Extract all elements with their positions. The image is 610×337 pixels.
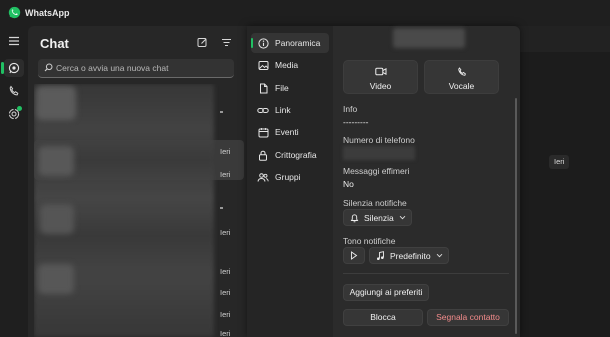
groups-icon <box>256 170 270 184</box>
info-label: Info <box>343 104 358 114</box>
calendar-icon <box>256 125 270 139</box>
report-contact-button[interactable]: Segnala contatto <box>427 309 509 326</box>
block-button[interactable]: Blocca <box>343 309 423 326</box>
title-bar: WhatsApp <box>0 0 610 26</box>
chat-timestamp: Ieri <box>220 288 231 297</box>
tab-label: Media <box>275 60 299 70</box>
info-icon <box>256 36 270 50</box>
chat-list-items: Ieri Ieri Ieri Ieri Ieri Ieri Ieri <box>34 84 246 337</box>
search-icon <box>44 63 53 72</box>
tab-crittografia[interactable]: Crittografia <box>251 145 329 165</box>
play-tone-button[interactable] <box>343 247 365 264</box>
calls-button[interactable] <box>4 82 24 100</box>
tone-dropdown-label: Predefinito <box>390 250 431 261</box>
tab-gruppi[interactable]: Gruppi <box>251 167 329 187</box>
unread-marker <box>220 207 223 209</box>
blurred-avatar <box>36 86 76 120</box>
voice-call-button[interactable]: Vocale <box>424 60 499 94</box>
video-call-button[interactable]: Video <box>343 60 418 94</box>
music-note-icon <box>376 250 385 261</box>
chat-list-panel: Chat Ieri Ieri Ieri Ieri Ieri Ieri Ieri <box>28 26 247 337</box>
tab-label: Gruppi <box>275 172 301 182</box>
blurred-contact-name <box>393 28 465 48</box>
search-input[interactable] <box>56 61 228 75</box>
add-to-favorites-button[interactable]: Aggiungi ai preferiti <box>343 284 429 301</box>
tab-panoramica[interactable]: Panoramica <box>251 33 329 53</box>
mute-dropdown-label: Silenzia <box>364 212 394 223</box>
bell-icon <box>350 213 359 223</box>
unread-marker <box>220 111 223 113</box>
chat-timestamp: Ieri <box>220 267 231 276</box>
blurred-avatar <box>38 264 74 294</box>
blurred-avatar <box>38 146 74 176</box>
active-tab-indicator <box>251 38 253 48</box>
tab-eventi[interactable]: Eventi <box>251 122 329 142</box>
media-icon <box>256 58 270 72</box>
chat-timestamp: Ieri <box>220 329 231 337</box>
tab-label: Eventi <box>275 127 299 137</box>
info-value: --------- <box>343 117 369 127</box>
mute-notifications-label: Silenzia notifiche <box>343 198 407 208</box>
link-icon <box>256 103 270 117</box>
tab-link[interactable]: Link <box>251 100 329 120</box>
voice-call-label: Vocale <box>448 81 475 91</box>
video-icon <box>374 67 387 76</box>
new-chat-icon <box>197 37 208 48</box>
tab-label: Link <box>275 105 291 115</box>
chat-timestamp: Ieri <box>220 310 231 319</box>
ephemeral-messages-value: No <box>343 179 354 189</box>
chats-icon <box>8 62 20 74</box>
lock-icon <box>256 148 270 162</box>
tab-label: Panoramica <box>275 38 321 48</box>
tab-file[interactable]: File <box>251 78 329 98</box>
blurred-avatar <box>40 204 74 234</box>
tone-dropdown[interactable]: Predefinito <box>369 247 449 264</box>
phone-number-label: Numero di telefono <box>343 135 415 145</box>
calls-icon <box>8 85 20 97</box>
divider <box>343 273 509 274</box>
file-icon <box>256 81 270 95</box>
chevron-down-icon <box>399 215 406 220</box>
filter-button[interactable] <box>219 35 233 49</box>
tab-media[interactable]: Media <box>251 55 329 75</box>
mute-dropdown[interactable]: Silenzia <box>343 209 412 226</box>
chat-list-title: Chat <box>40 36 69 51</box>
chat-timestamp: Ieri <box>220 228 231 237</box>
filter-icon <box>221 38 232 47</box>
overview-content: Video Vocale Info --------- Numero di te… <box>333 26 520 337</box>
phone-icon <box>457 67 467 77</box>
new-chat-button[interactable] <box>195 35 209 49</box>
tab-label: Crittografia <box>275 150 317 160</box>
blurred-phone-number <box>343 146 415 160</box>
menu-button[interactable] <box>4 32 24 50</box>
notification-tone-label: Tono notifiche <box>343 236 396 246</box>
menu-icon <box>8 36 20 46</box>
chat-timestamp: Ieri <box>220 147 231 156</box>
search-box[interactable] <box>38 59 234 78</box>
ephemeral-messages-label: Messaggi effimeri <box>343 166 410 176</box>
chats-button[interactable] <box>4 59 24 77</box>
date-chip: Ieri <box>549 155 570 169</box>
chat-timestamp: Ieri <box>220 170 231 179</box>
contact-info-panel: Panoramica Media File Link Eventi Critto… <box>247 26 520 337</box>
whatsapp-logo-icon <box>8 6 21 19</box>
tab-label: File <box>275 83 289 93</box>
scrollbar[interactable] <box>515 98 517 334</box>
navigation-rail <box>0 26 28 337</box>
contact-info-nav: Panoramica Media File Link Eventi Critto… <box>247 26 333 337</box>
app-title: WhatsApp <box>25 8 70 18</box>
status-unread-dot <box>17 106 22 111</box>
play-icon <box>350 251 358 260</box>
video-call-label: Video <box>369 81 392 91</box>
chevron-down-icon <box>436 253 443 258</box>
